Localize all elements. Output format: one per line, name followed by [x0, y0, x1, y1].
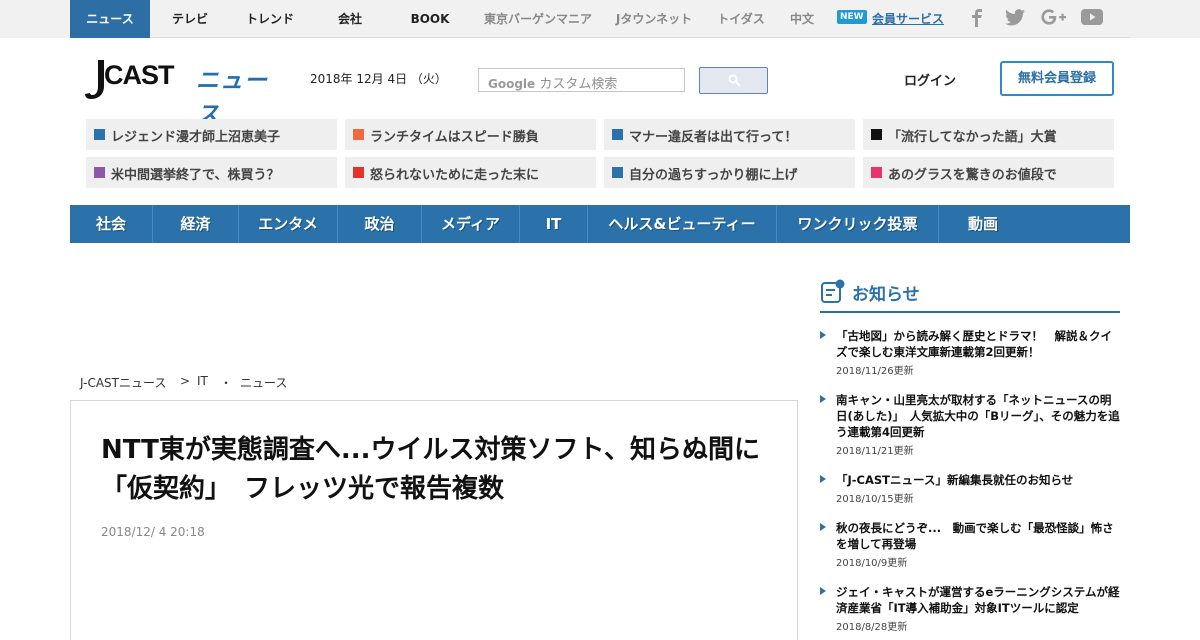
topic-item[interactable]: 米中間選挙終了で、株買う？ — [86, 157, 337, 188]
topnav-jtown[interactable]: Jタウンネット — [610, 0, 698, 38]
topic-item[interactable]: あのグラスを驚きのお値段で — [863, 157, 1114, 188]
topic-item[interactable]: ランチタイムはスピード勝負 — [345, 119, 596, 150]
topic-label: 「流行してなかった語」大賞 — [888, 130, 1057, 145]
notice-icon — [821, 279, 845, 303]
bullet-arrow-icon — [820, 475, 826, 483]
topic-label: 怒られないために走った末に — [370, 168, 540, 183]
topic-label: 自分の過ちすっかり棚に上げ — [629, 168, 798, 183]
topic-marker — [871, 167, 882, 178]
jcast-logo[interactable]: CAST ニュース — [84, 58, 284, 128]
search-button[interactable] — [699, 67, 768, 94]
topic-marker — [353, 129, 364, 140]
member-service-link[interactable]: 会員サービス — [872, 0, 944, 38]
topic-label: レジェンド漫才師上沼恵美子 — [111, 130, 281, 145]
breadcrumb-sub[interactable]: ニュース — [240, 374, 287, 391]
bullet-arrow-icon — [820, 331, 826, 339]
top-bar: ニュース テレビ トレンド 会社 BOOK 東京バーゲンマニア Jタウンネット … — [0, 0, 1200, 38]
category-society[interactable]: 社会 — [70, 205, 153, 243]
topnav-book[interactable]: BOOK — [400, 0, 460, 38]
google-brand: Google — [488, 77, 536, 91]
facebook-icon[interactable] — [968, 9, 986, 29]
notice-item[interactable]: 「J-CASTニュース」新編集長就任のお知らせ 2018/10/15更新 — [820, 472, 1120, 506]
topnav-toidasu[interactable]: トイダス — [710, 0, 772, 38]
topnav-chinese[interactable]: 中文 — [782, 0, 822, 38]
topic-label: 米中間選挙終了で、株買う？ — [111, 168, 280, 183]
topic-item[interactable]: レジェンド漫才師上沼恵美子 — [86, 119, 337, 150]
topic-label: あのグラスを驚きのお値段で — [888, 168, 1057, 183]
notice-title[interactable]: 南キャン・山里亮太が取材する「ネットニュースの明日(あした)」 人気拡大中の「B… — [836, 392, 1122, 440]
google-plus-icon[interactable] — [1040, 9, 1066, 29]
category-health-beauty[interactable]: ヘルス&ビューティー — [588, 205, 777, 243]
search-input[interactable]: Google カスタム検索 — [478, 68, 685, 92]
top-nav: ニュース テレビ トレンド 会社 BOOK 東京バーゲンマニア Jタウンネット … — [70, 0, 1130, 38]
category-one-click-vote[interactable]: ワンクリック投票 — [777, 205, 939, 243]
notice-item[interactable]: ジェイ・キャストが運営するeラーニングシステムが経済産業省「IT導入補助金」対象… — [820, 584, 1122, 633]
notice-date: 2018/10/9更新 — [836, 558, 908, 569]
topic-label: ランチタイムはスピード勝負 — [370, 130, 539, 145]
notice-date: 2018/8/28更新 — [836, 622, 908, 633]
breadcrumb-separator: ・ — [220, 376, 233, 390]
bullet-arrow-icon — [820, 523, 826, 531]
article-date: 2018/12/ 4 20:18 — [101, 525, 205, 539]
notice-item[interactable]: 南キャン・山里亮太が取材する「ネットニュースの明日(あした)」 人気拡大中の「B… — [820, 392, 1122, 457]
youtube-icon[interactable] — [1080, 9, 1104, 29]
category-it[interactable]: IT — [520, 205, 588, 243]
topnav-bargain[interactable]: 東京バーゲンマニア — [474, 0, 602, 38]
topic-marker — [353, 167, 364, 178]
topic-item[interactable]: 自分の過ちすっかり棚に上げ — [604, 157, 855, 188]
notice-date: 2018/11/21更新 — [836, 446, 914, 457]
topic-label: マナー違反者は出て行って！ — [629, 130, 798, 145]
topic-marker — [94, 129, 105, 140]
topnav-trend[interactable]: トレンド — [235, 0, 305, 38]
sidebar-header: お知らせ — [820, 278, 1120, 313]
notice-item[interactable]: 秋の夜長にどうぞ... 動画で楽しむ「最恐怪談」怖さを増して再登場 2018/1… — [820, 520, 1120, 570]
search-placeholder-text: カスタム検索 — [539, 77, 618, 92]
topnav-news[interactable]: ニュース — [70, 0, 150, 38]
topic-marker — [612, 129, 623, 140]
notice-title[interactable]: ジェイ・キャストが運営するeラーニングシステムが経済産業省「IT導入補助金」対象… — [836, 584, 1122, 616]
current-date: 2018年 12月 4日 （火） — [310, 72, 447, 86]
notice-title[interactable]: 「古地図」から読み解く歴史とドラマ！ 解説＆クイズで楽しむ東洋文庫新連載第2回更… — [836, 328, 1122, 360]
sidebar-title: お知らせ — [852, 285, 920, 305]
category-media[interactable]: メディア — [422, 205, 520, 243]
bullet-arrow-icon — [820, 395, 826, 403]
notice-item[interactable]: 「古地図」から読み解く歴史とドラマ！ 解説＆クイズで楽しむ東洋文庫新連載第2回更… — [820, 328, 1120, 378]
article-card: NTT東が実態調査へ...ウイルス対策ソフト、知らぬ間に「仮契約」 フレッツ光で… — [70, 400, 798, 640]
login-link[interactable]: ログイン — [904, 70, 956, 89]
notice-title[interactable]: 秋の夜長にどうぞ... 動画で楽しむ「最恐怪談」怖さを増して再登場 — [836, 520, 1122, 552]
topnav-tv[interactable]: テレビ — [158, 0, 222, 38]
new-badge: NEW — [837, 10, 867, 24]
topic-item[interactable]: マナー違反者は出て行って！ — [604, 119, 855, 150]
twitter-icon[interactable] — [1004, 9, 1026, 29]
article-title: NTT東が実態調査へ...ウイルス対策ソフト、知らぬ間に「仮契約」 フレッツ光で… — [101, 435, 760, 504]
register-button[interactable]: 無料会員登録 — [1000, 61, 1114, 96]
category-entertainment[interactable]: エンタメ — [239, 205, 338, 243]
logo-j-mark — [85, 60, 104, 99]
logo-cast-text: CAST — [104, 60, 174, 90]
topic-item[interactable]: 「流行してなかった語」大賞 — [863, 119, 1114, 150]
search-placeholder: Google カスタム検索 — [488, 73, 617, 92]
breadcrumb-separator: > — [180, 374, 191, 388]
topnav-company[interactable]: 会社 — [320, 0, 380, 38]
breadcrumb-section[interactable]: IT — [197, 374, 208, 388]
topic-item[interactable]: 怒られないために走った末に — [345, 157, 596, 188]
notice-date: 2018/11/26更新 — [836, 366, 914, 377]
search-icon — [728, 74, 741, 87]
topic-marker — [94, 167, 105, 178]
notice-title[interactable]: 「J-CASTニュース」新編集長就任のお知らせ — [836, 472, 1122, 488]
category-economy[interactable]: 経済 — [153, 205, 239, 243]
topic-marker — [612, 167, 623, 178]
category-nav: 社会 経済 エンタメ 政治 メディア IT ヘルス&ビューティー ワンクリック投… — [70, 205, 1130, 243]
bullet-arrow-icon — [820, 587, 826, 595]
category-politics[interactable]: 政治 — [338, 205, 422, 243]
topic-marker — [871, 129, 882, 140]
category-video[interactable]: 動画 — [939, 205, 1027, 243]
breadcrumb-home[interactable]: J-CASTニュース — [80, 374, 166, 391]
notice-date: 2018/10/15更新 — [836, 494, 914, 505]
